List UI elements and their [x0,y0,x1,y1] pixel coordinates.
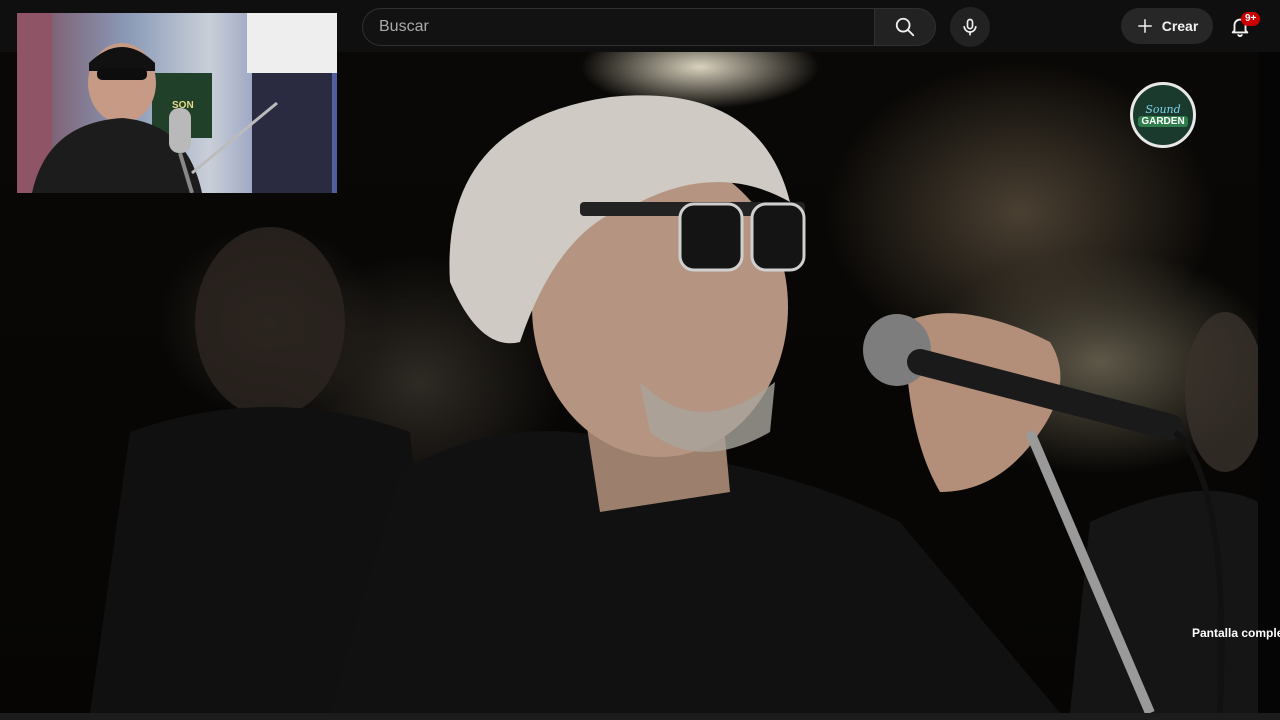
logo-line1: Sound [1145,103,1181,116]
search-icon [895,17,915,37]
webcam-scene: SON [17,13,337,193]
fullscreen-tooltip: Pantalla comple [1192,626,1280,640]
search-input[interactable]: Buscar [362,8,874,46]
create-button[interactable]: Crear [1121,8,1213,44]
notifications-button[interactable]: 9+ [1222,8,1261,44]
plus-icon [1137,19,1152,33]
mic-icon [963,18,977,36]
channel-logo: Sound GARDEN [1130,82,1196,148]
bottom-strip [0,713,1280,720]
logo-line2: GARDEN [1138,116,1188,127]
create-label: Crear [1161,18,1199,34]
voice-search-button[interactable] [950,7,990,47]
search-box: Buscar [362,8,936,46]
search-button[interactable] [874,8,936,46]
notification-badge: 9+ [1241,12,1261,26]
video-edge [1258,52,1280,713]
webcam-overlay: SON [17,13,337,193]
